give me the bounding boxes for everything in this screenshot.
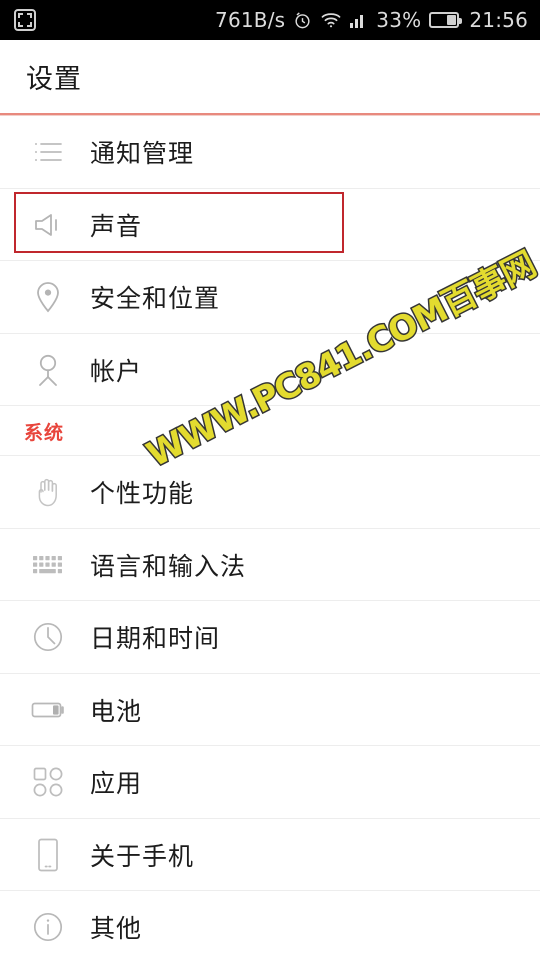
speaker-icon [26,205,70,245]
alarm-icon [293,11,312,30]
clock-icon [26,617,70,657]
list-item-label: 通知管理 [90,139,195,169]
apps-grid-icon [26,762,70,802]
list-item-about-phone[interactable]: 关于手机 [0,818,540,891]
list-item-label: 声音 [90,211,143,241]
list-item-label: 安全和位置 [90,284,221,314]
status-bar: 761B/s 33% 21:56 [0,0,540,40]
clock-text: 21:56 [469,8,528,32]
list-item-label: 个性功能 [90,479,195,509]
battery-horizontal-icon [26,690,70,730]
phone-icon [26,835,70,875]
list-item-label: 关于手机 [90,841,195,871]
list-item-apps[interactable]: 应用 [0,746,540,819]
list-item-label: 应用 [90,769,143,799]
wifi-icon [320,11,342,29]
list-item-label: 日期和时间 [90,624,221,654]
battery-percent-text: 33% [376,8,422,32]
list-item-label: 帐户 [90,356,143,386]
network-speed-text: 761B/s [215,8,286,32]
hand-icon [26,472,70,512]
location-pin-icon [26,277,70,317]
person-icon [26,350,70,390]
page-title: 设置 [26,64,82,95]
settings-screen: 761B/s 33% 21:56 设置 通知管理 声音 安全和位置 帐户 系统 … [0,0,540,960]
section-header-label: 系统 [24,421,65,444]
info-circle-icon [26,907,70,947]
list-item-personalization[interactable]: 个性功能 [0,456,540,529]
list-item-battery[interactable]: 电池 [0,673,540,746]
list-item-notifications[interactable]: 通知管理 [0,116,540,189]
list-item-label: 其他 [90,914,143,944]
status-bar-left [14,9,36,31]
list-item-label: 语言和输入法 [90,551,247,581]
list-item-other[interactable]: 其他 [0,891,540,960]
title-bar: 设置 [0,40,540,113]
keyboard-icon [26,545,70,585]
status-bar-right: 761B/s 33% 21:56 [215,10,528,30]
list-item-language-input[interactable]: 语言和输入法 [0,528,540,601]
settings-list: 通知管理 声音 安全和位置 帐户 系统 个性功能 语言和输入法 日期和时间 电池… [0,116,540,960]
battery-icon [429,12,463,28]
list-item-sound[interactable]: 声音 [0,188,540,261]
list-item-label: 电池 [90,696,143,726]
fullscreen-icon[interactable] [14,9,36,31]
signal-bars-icon [350,12,368,28]
list-item-date-time[interactable]: 日期和时间 [0,601,540,674]
list-lines-icon [26,132,70,172]
